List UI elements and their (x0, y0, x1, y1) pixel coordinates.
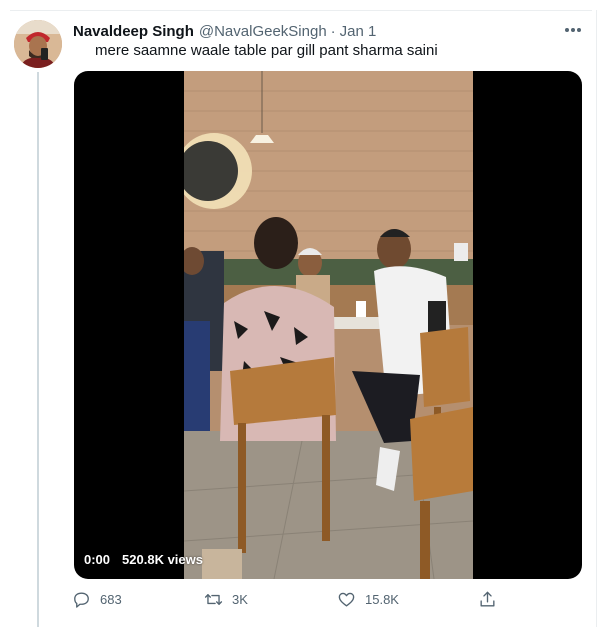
avatar[interactable] (14, 20, 62, 68)
video-player[interactable]: 0:00 520.8K views (74, 71, 582, 579)
tweet-header: Navaldeep Singh @NavalGeekSingh · Jan 1 (73, 20, 376, 42)
avatar-photo (14, 20, 62, 68)
like-count: 15.8K (365, 591, 399, 607)
video-frame (184, 71, 473, 579)
author-display-name[interactable]: Navaldeep Singh (73, 23, 194, 40)
video-time: 0:00 (84, 551, 111, 567)
retweet-count: 3K (232, 591, 248, 607)
video-views: 520.8K views (122, 551, 203, 567)
tweet-text: mere saamne waale table par gill pant sh… (95, 42, 438, 59)
heart-icon (338, 592, 355, 607)
like-button[interactable]: 15.8K (337, 588, 399, 610)
more-options-button[interactable] (560, 20, 586, 40)
share-button[interactable] (478, 588, 497, 610)
retweet-button[interactable]: 3K (204, 588, 248, 610)
video-overlay: 0:00 520.8K views (84, 549, 203, 569)
reply-count: 683 (100, 591, 122, 607)
author-handle[interactable]: @NavalGeekSingh (199, 23, 327, 40)
tweet-card[interactable]: Navaldeep Singh @NavalGeekSingh · Jan 1 … (0, 0, 602, 627)
right-divider (596, 10, 597, 627)
more-horizontal-icon (565, 28, 581, 32)
header-separator: · (330, 22, 336, 40)
speech-bubble-icon (74, 591, 89, 608)
tweet-date[interactable]: Jan 1 (340, 23, 377, 40)
retweet-arrows-icon (204, 593, 223, 605)
tweet-actions: 683 3K 15.8K (70, 588, 510, 610)
share-upload-icon (480, 591, 495, 607)
thread-line (37, 72, 39, 627)
reply-button[interactable]: 683 (72, 588, 122, 610)
top-divider (10, 10, 592, 11)
